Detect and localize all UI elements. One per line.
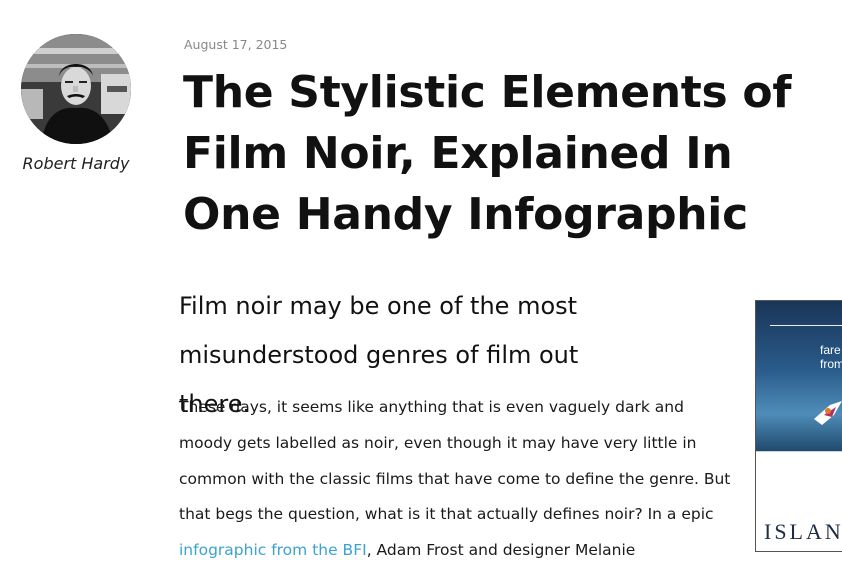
author-name[interactable]: Robert Hardy bbox=[18, 154, 134, 173]
body-text-after-link: , Adam Frost and designer Melanie bbox=[366, 541, 636, 560]
airline-logo-icon bbox=[814, 401, 842, 425]
ad-copy-line1: fare bbox=[820, 343, 841, 357]
advertisement[interactable]: fare from ISLAN bbox=[755, 300, 842, 552]
author-block: Robert Hardy bbox=[18, 34, 134, 173]
ad-copy: fare from bbox=[820, 343, 842, 371]
bfi-infographic-link[interactable]: infographic from the BFI bbox=[179, 541, 367, 559]
post-date: August 17, 2015 bbox=[184, 37, 288, 52]
article-body: These days, it seems like anything that … bbox=[179, 390, 739, 564]
ad-brand: ISLAN bbox=[764, 519, 842, 544]
article-title: The Stylistic Elements of Film Noir, Exp… bbox=[183, 67, 792, 240]
ad-divider bbox=[770, 325, 842, 326]
body-text-before-link: These days, it seems like anything that … bbox=[179, 398, 731, 524]
author-avatar[interactable] bbox=[21, 34, 131, 144]
ad-copy-line2: from bbox=[820, 357, 842, 371]
author-photo bbox=[21, 34, 131, 144]
